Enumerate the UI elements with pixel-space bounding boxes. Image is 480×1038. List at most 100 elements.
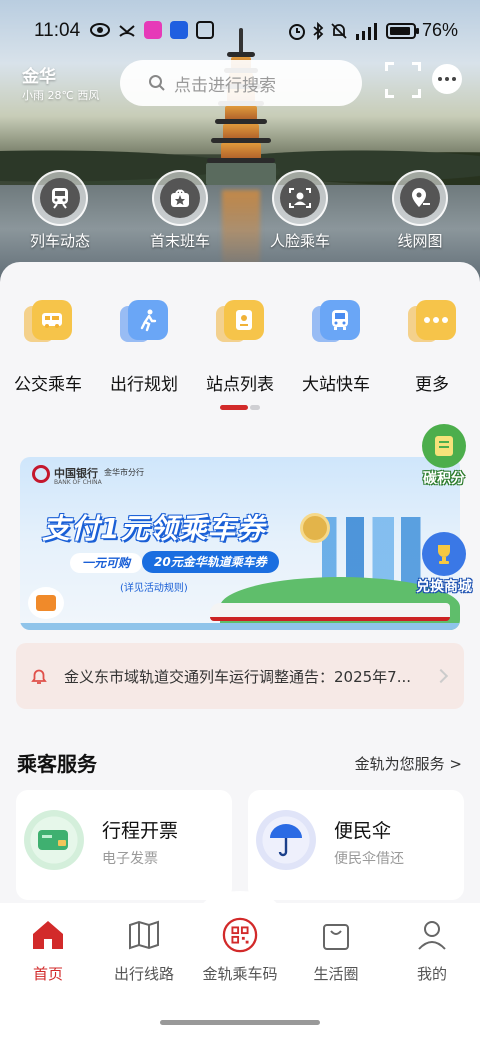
- tab-label: 生活圈: [313, 965, 359, 983]
- service-card-subtitle: 电子发票: [102, 851, 158, 867]
- express-bus-icon: [332, 310, 348, 330]
- track-illustration: [20, 623, 460, 630]
- grid-express-bus[interactable]: 大站快车: [288, 300, 384, 395]
- star-gift-icon: [171, 189, 189, 207]
- grid-trip-planning[interactable]: 出行规划: [96, 300, 192, 395]
- grid-label: 站点列表: [206, 375, 274, 395]
- tab-label: 首页: [32, 965, 63, 983]
- home-icon: [33, 921, 63, 949]
- grid-label: 公交乘车: [14, 375, 82, 395]
- bell-icon: [31, 669, 47, 684]
- app-notification-icon: [170, 21, 188, 39]
- pagoda-reflection: [222, 190, 260, 270]
- bus-card-icon: [42, 313, 62, 328]
- tab-label: 我的: [416, 965, 447, 983]
- eye-icon: [90, 23, 110, 37]
- tab-profile[interactable]: 我的: [384, 917, 480, 984]
- quick-label: 首末班车: [149, 232, 210, 250]
- tab-label: 出行线路: [113, 965, 174, 983]
- station-book-icon: [236, 310, 252, 330]
- scan-icon: [385, 62, 394, 71]
- banner-tag-right: 20元金华轨道乘车券: [142, 551, 279, 573]
- gift-icon: [28, 587, 64, 619]
- service-card-umbrella[interactable]: 便民伞 便民伞借还: [248, 790, 464, 900]
- grid-label: 大站快车: [302, 375, 370, 395]
- status-time: 11:04: [34, 20, 81, 41]
- shopping-bag-icon: [323, 924, 349, 950]
- search-placeholder: 点击进行搜索: [174, 75, 276, 96]
- notice-bar[interactable]: 金义东市域轨道交通列车运行调整通告：2025年7...: [16, 643, 464, 709]
- train-illustration: [210, 603, 450, 621]
- notification-icons: [90, 21, 214, 39]
- service-card-subtitle: 便民伞借还: [334, 851, 404, 867]
- home-indicator[interactable]: [160, 1020, 320, 1025]
- grid-bus-ride[interactable]: 公交乘车: [0, 300, 96, 395]
- grid-page-indicator: [220, 405, 260, 410]
- face-scan-icon: [289, 188, 311, 208]
- bluetooth-icon: [313, 21, 324, 40]
- quick-label: 线网图: [397, 232, 443, 250]
- mute-icon: [331, 22, 347, 39]
- status-bar: 11:04 76%: [0, 0, 480, 60]
- message-button[interactable]: [432, 64, 462, 94]
- walking-icon: [140, 309, 157, 332]
- quick-train-status[interactable]: 列车动态: [20, 170, 100, 251]
- more-dots-icon: [424, 317, 448, 323]
- banner-headline: 支付1元领乘车券: [42, 512, 266, 545]
- grid-label: 更多: [415, 375, 449, 395]
- search-bar[interactable]: 点击进行搜索: [120, 60, 362, 106]
- grid-station-list[interactable]: 站点列表: [192, 300, 288, 395]
- service-card-title: 行程开票: [102, 820, 179, 842]
- section-more-link[interactable]: 金轨为您服务 >: [355, 753, 462, 774]
- invoice-card-icon: [38, 830, 68, 850]
- scan-button[interactable]: [385, 62, 421, 98]
- bank-branch: 金华市分行: [104, 468, 144, 477]
- system-icons: 76%: [288, 20, 458, 41]
- exchange-mall-label: 兑换商城: [416, 579, 472, 595]
- promo-banner[interactable]: 中国银行 BANK OF CHINA 金华市分行 支付1元领乘车券 一元可购 2…: [20, 457, 460, 630]
- bottom-tab-bar: 首页 出行线路 金轨乘车码 生活圈 我的: [0, 891, 480, 1038]
- umbrella-icon: [270, 824, 302, 857]
- search-icon: [149, 75, 165, 91]
- tab-label: 金轨乘车码: [202, 965, 278, 983]
- quick-network-map[interactable]: 线网图: [380, 170, 460, 251]
- alarm-icon: [288, 23, 305, 40]
- exchange-mall-button[interactable]: 兑换商城: [414, 532, 474, 596]
- carbon-points-button[interactable]: 碳积分: [414, 424, 474, 488]
- city-selector[interactable]: 金华: [22, 62, 56, 87]
- bank-of-china-logo: [32, 465, 50, 483]
- chat-bubble-icon: [438, 77, 442, 81]
- quick-label: 列车动态: [29, 232, 90, 250]
- profile-icon: [418, 921, 446, 950]
- service-card-title: 便民伞: [334, 820, 392, 842]
- coin-illustration: [300, 513, 330, 543]
- image-icon: [196, 21, 214, 39]
- qr-code-icon: [222, 917, 258, 953]
- banner-tag-left: 一元可购: [70, 553, 143, 573]
- grid-more[interactable]: 更多: [384, 300, 480, 395]
- banner-rule-link[interactable]: (详见活动规则): [120, 579, 188, 594]
- quick-label: 人脸乘车: [269, 232, 330, 250]
- battery-icon: [385, 22, 419, 39]
- tab-ride-code[interactable]: 金轨乘车码: [192, 917, 288, 984]
- notice-text: 金义东市域轨道交通列车运行调整通告：2025年7...: [64, 667, 412, 686]
- trophy-icon: [438, 545, 450, 564]
- weather-text: 小雨 28℃ 西风: [22, 89, 100, 102]
- tab-home[interactable]: 首页: [0, 917, 96, 984]
- quick-first-last-train[interactable]: 首末班车: [140, 170, 220, 251]
- missed-call-icon: [119, 25, 135, 37]
- route-map-icon: [129, 920, 159, 950]
- grid-label: 出行规划: [110, 375, 178, 395]
- signal-icon: [355, 22, 377, 40]
- video-app-icon: [144, 21, 162, 39]
- certificate-icon: [435, 436, 453, 456]
- tab-routes[interactable]: 出行线路: [96, 917, 192, 984]
- map-pin-icon: [412, 188, 430, 207]
- section-title: 乘客服务: [17, 752, 97, 776]
- bank-name-en: BANK OF CHINA: [54, 479, 102, 486]
- chevron-right-icon: [433, 668, 449, 684]
- service-card-invoice[interactable]: 行程开票 电子发票: [16, 790, 232, 900]
- quick-face-boarding[interactable]: 人脸乘车: [260, 170, 340, 251]
- tab-life-circle[interactable]: 生活圈: [288, 917, 384, 984]
- battery-percent: 76%: [421, 20, 458, 40]
